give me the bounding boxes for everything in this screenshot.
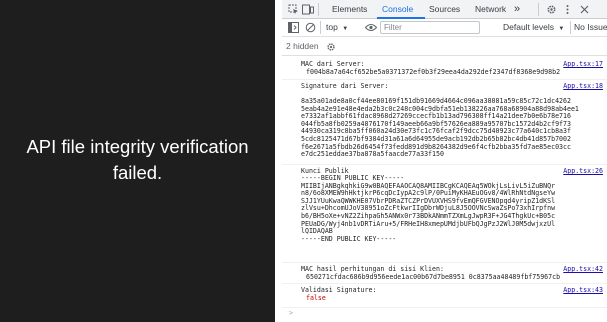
more-options-icon[interactable] (562, 2, 572, 17)
filter-input[interactable]: Filter (380, 21, 480, 34)
hidden-messages-bar: 2 hidden (282, 37, 607, 56)
issues-counter[interactable]: No Issues (574, 19, 607, 36)
close-icon[interactable] (578, 2, 590, 17)
console-toolbar: top ▼ Filter Default levels ▼ No Issues (282, 19, 607, 37)
source-link[interactable]: App.tsx:43 (563, 286, 603, 295)
dropdown-arrow-icon: ▼ (558, 26, 565, 32)
hidden-count: 2 hidden (286, 41, 319, 51)
device-toolbar-icon[interactable] (301, 2, 315, 17)
live-expression-eye-icon[interactable] (364, 20, 378, 35)
source-link[interactable]: App.tsx:26 (563, 167, 603, 176)
clear-console-icon[interactable] (303, 20, 317, 35)
settings-gear-icon[interactable] (544, 2, 558, 17)
tab-sources[interactable]: Sources (429, 0, 460, 19)
devtools-tab-bar: Elements Console Sources Network » (282, 0, 607, 19)
toolbar-divider (570, 21, 571, 34)
tab-network[interactable]: Network (475, 0, 506, 19)
boolean-value: false (306, 294, 326, 302)
devtools-panel: Elements Console Sources Network » top ▼ (282, 0, 607, 322)
tab-elements[interactable]: Elements (332, 0, 367, 19)
console-settings-gear-icon[interactable] (324, 39, 338, 54)
log-levels-dropdown[interactable]: Default levels ▼ (503, 19, 564, 36)
console-message: Signature dari Server: App.tsx:18 8a35a0… (282, 81, 607, 165)
source-link[interactable]: App.tsx:42 (563, 265, 603, 274)
dropdown-arrow-icon: ▼ (342, 26, 349, 32)
message-value: 650271cfdac686b9d956eede1ac00b67d7be8951… (306, 273, 561, 281)
error-message: API file integrity verification failed. (26, 136, 249, 183)
source-link[interactable]: App.tsx:18 (563, 82, 603, 91)
console-message: MAC hasil perhitungan di sisi Klien: App… (282, 264, 607, 284)
inspect-element-icon[interactable] (286, 2, 300, 17)
log-levels-label: Default levels (503, 22, 555, 32)
message-value: 8a35a01ade8a0cf44ee80169f151db91669d4664… (301, 97, 579, 159)
more-tabs-button[interactable]: » (514, 0, 520, 19)
console-messages: MAC dari Server: App.tsx:17 f004b8a7a64c… (282, 56, 607, 322)
console-message: Validasi Signature: App.tsx:43 false (282, 285, 607, 308)
panel-splitter[interactable] (275, 0, 282, 322)
message-value: f004b8a7a64cf652be5a0371372ef0b3f29eea4d… (306, 68, 561, 76)
toolbar-divider (320, 21, 321, 34)
sidebar-toggle-icon[interactable] (286, 20, 300, 35)
toolbar-divider (538, 3, 539, 16)
app-viewport: API file integrity verification failed. (0, 0, 275, 322)
context-label: top (326, 22, 338, 32)
context-selector[interactable]: top ▼ (326, 19, 348, 36)
console-message: MAC dari Server: App.tsx:17 f004b8a7a64c… (282, 59, 607, 80)
console-message: Kunci Publik App.tsx:26 -----BEGIN PUBLI… (282, 166, 607, 263)
message-value: -----BEGIN PUBLIC KEY----- MIIBIjANBgkqh… (301, 174, 556, 243)
console-prompt-icon[interactable]: > (289, 309, 293, 318)
message-label: Signature dari Server: (301, 82, 389, 90)
toolbar-divider (318, 3, 319, 16)
source-link[interactable]: App.tsx:17 (563, 60, 603, 69)
